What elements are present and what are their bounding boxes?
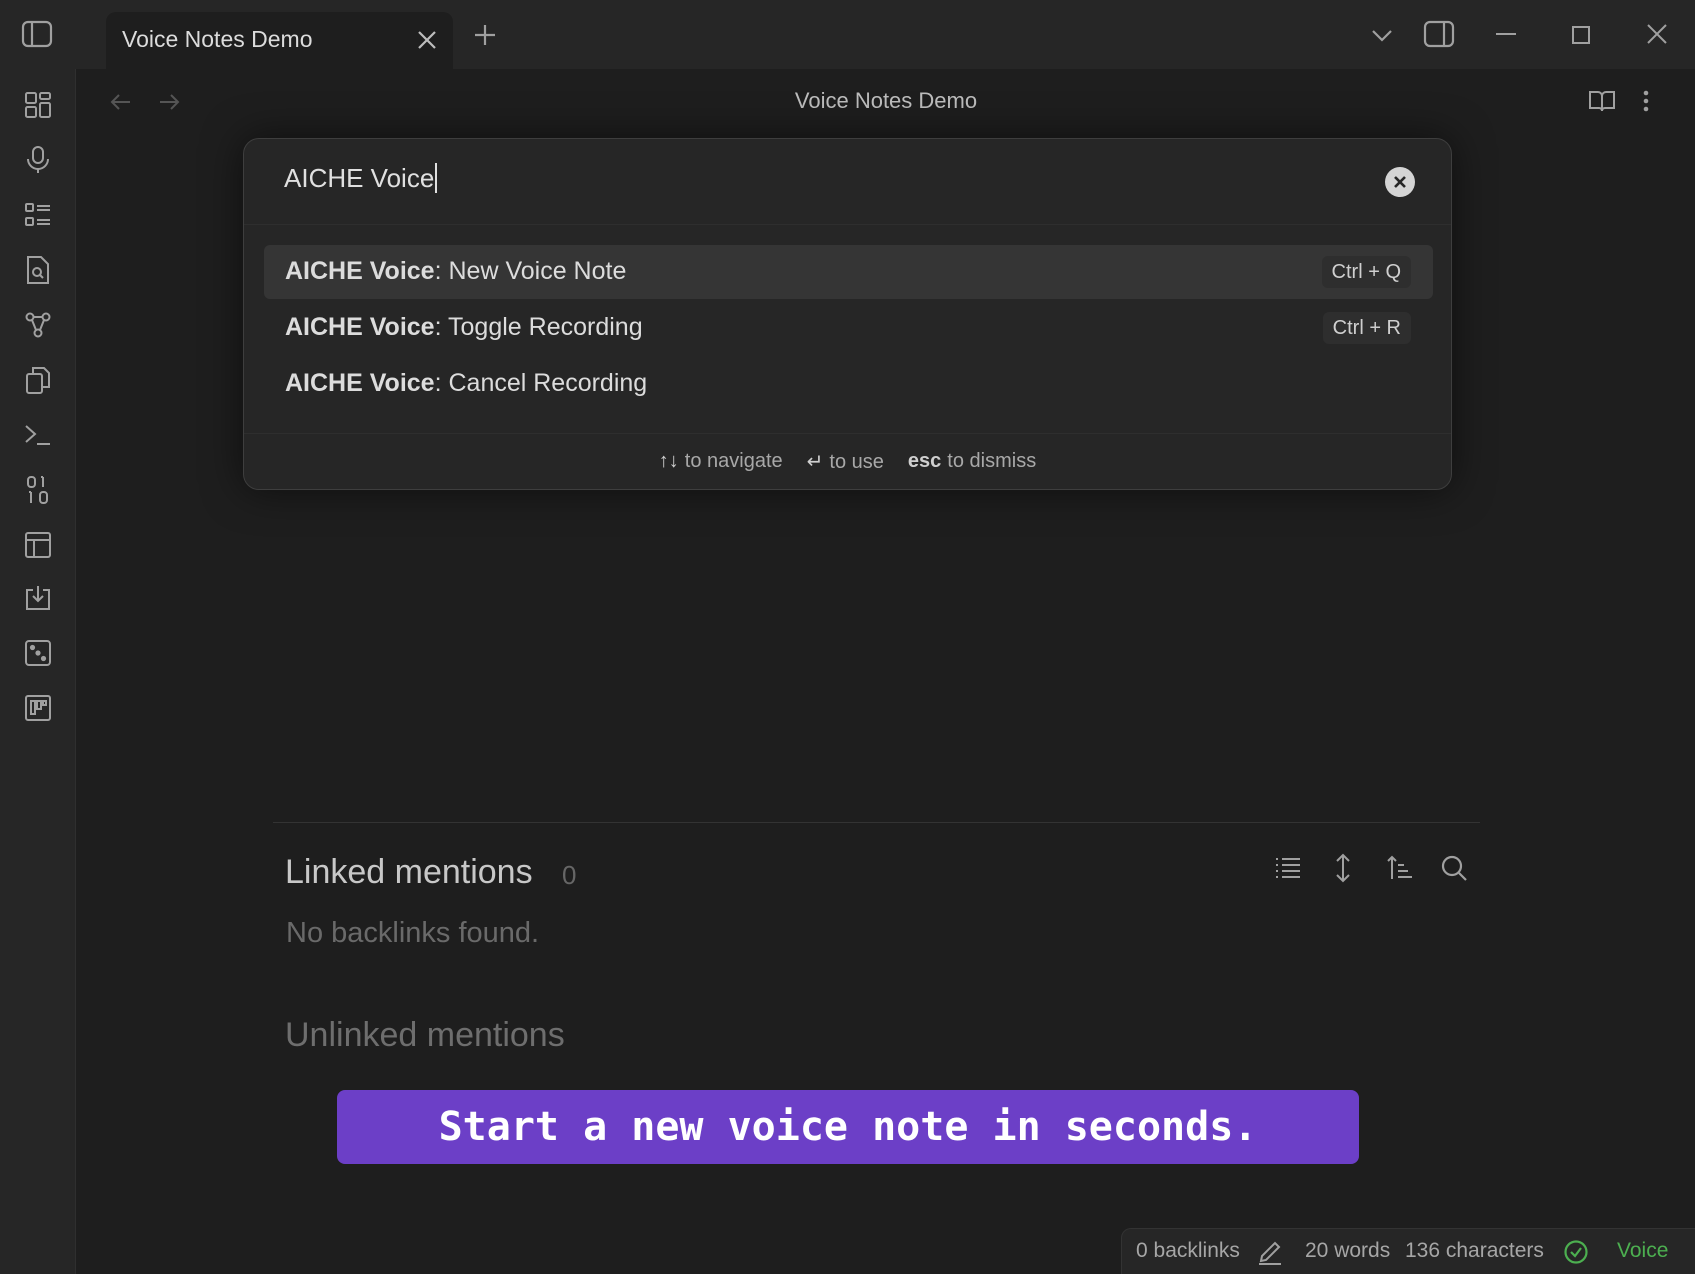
suggestion-label: AICHE Voice: New Voice Note — [285, 257, 626, 286]
plus-icon[interactable] — [472, 22, 498, 48]
command-palette: AICHE Voice AICHE Voice: New Voice Note … — [243, 138, 1452, 490]
enter-key-icon: ↵ — [806, 451, 824, 473]
hotkey-badge: Ctrl + R — [1322, 312, 1411, 344]
suggestion-new-voice-note[interactable]: AICHE Voice: New Voice Note Ctrl + Q — [264, 245, 1433, 299]
view-header: Voice Notes Demo — [77, 69, 1695, 135]
suggestion-prefix: AICHE Voice — [285, 257, 435, 285]
import-icon[interactable] — [22, 582, 54, 614]
status-word-count: 20 words — [1305, 1239, 1391, 1262]
instruction-use-text: to use — [829, 451, 884, 473]
suggestion-separator: : — [434, 257, 449, 285]
instruction-dismiss-text: to dismiss — [947, 450, 1037, 472]
suggestion-name: Cancel Recording — [448, 369, 648, 397]
text-caret — [435, 163, 438, 193]
instruction-use: ↵ to use — [807, 449, 884, 474]
copy-icon[interactable] — [22, 364, 54, 396]
backlinks-divider — [273, 822, 1480, 823]
linked-mentions-heading[interactable]: Linked mentions — [285, 853, 533, 892]
tab-title: Voice Notes Demo — [122, 26, 313, 52]
navigate-arrows-icon: ↑↓ — [658, 450, 679, 472]
palette-instructions: ↑↓ to navigate ↵ to use esc to dismiss — [244, 433, 1451, 489]
no-backlinks-message: No backlinks found. — [286, 917, 540, 949]
microphone-icon[interactable] — [22, 144, 54, 176]
list-icon[interactable] — [22, 199, 54, 231]
binary-icon[interactable] — [22, 474, 54, 506]
suggestion-prefix: AICHE Voice — [285, 313, 435, 341]
command-search-input[interactable]: AICHE Voice — [284, 163, 1284, 203]
status-voice-plugin[interactable]: Voice — [1617, 1239, 1668, 1263]
kanban-icon[interactable] — [22, 692, 54, 724]
view-title[interactable]: Voice Notes Demo — [77, 88, 1695, 114]
status-bar: 0 backlinks 20 words 136 characters Voic… — [1121, 1228, 1695, 1274]
hotkey-badge: Ctrl + Q — [1321, 256, 1411, 288]
tab-voice-notes-demo[interactable]: Voice Notes Demo — [106, 12, 453, 69]
sync-check-icon[interactable] — [1563, 1239, 1589, 1271]
chevron-down-icon[interactable] — [1370, 24, 1394, 48]
suggestion-separator: : — [434, 313, 449, 341]
left-ribbon — [0, 69, 76, 1274]
dashboard-icon[interactable] — [22, 89, 54, 121]
close-icon[interactable] — [415, 28, 439, 52]
linked-mentions-count: 0 — [562, 860, 577, 890]
sort-icon[interactable] — [1384, 852, 1416, 884]
suggestion-label: AICHE Voice: Toggle Recording — [285, 313, 643, 342]
more-options-icon[interactable] — [1641, 88, 1651, 114]
file-search-icon[interactable] — [22, 254, 54, 286]
maximize-icon[interactable] — [1570, 24, 1592, 46]
clear-search-icon[interactable] — [1385, 167, 1415, 197]
command-query: AICHE Voice — [284, 163, 435, 193]
terminal-icon[interactable] — [22, 419, 54, 451]
esc-key: esc — [907, 450, 942, 472]
dice-icon[interactable] — [22, 637, 54, 669]
layout-icon[interactable] — [22, 529, 54, 561]
suggestion-label: AICHE Voice: Cancel Recording — [285, 369, 647, 398]
right-sidebar-toggle-icon[interactable] — [1422, 18, 1456, 50]
instruction-navigate: ↑↓ to navigate — [659, 450, 783, 473]
minimize-icon[interactable] — [1494, 24, 1518, 44]
suggestion-toggle-recording[interactable]: AICHE Voice: Toggle Recording Ctrl + R — [264, 301, 1433, 355]
sidebar-toggle-icon[interactable] — [20, 18, 54, 50]
suggestion-name: Toggle Recording — [448, 313, 643, 341]
expand-icon[interactable] — [1327, 852, 1359, 884]
list-view-icon[interactable] — [1272, 852, 1304, 884]
suggestion-name: New Voice Note — [448, 257, 627, 285]
search-icon[interactable] — [1438, 852, 1470, 884]
promo-banner: Start a new voice note in seconds. — [337, 1090, 1359, 1164]
instruction-dismiss: esc to dismiss — [908, 450, 1036, 473]
status-backlinks[interactable]: 0 backlinks — [1136, 1239, 1240, 1263]
suggestion-prefix: AICHE Voice — [285, 369, 435, 397]
suggestion-cancel-recording[interactable]: AICHE Voice: Cancel Recording — [264, 357, 1433, 411]
suggestion-separator: : — [434, 369, 449, 397]
instruction-navigate-text: to navigate — [684, 450, 783, 472]
title-bar: Voice Notes Demo — [0, 0, 1695, 69]
status-character-count: 136 characters — [1405, 1239, 1544, 1262]
window-close-icon[interactable] — [1646, 23, 1668, 45]
reading-view-icon[interactable] — [1587, 88, 1617, 114]
prompt-row: AICHE Voice — [244, 139, 1451, 225]
edit-pencil-icon[interactable] — [1257, 1239, 1283, 1271]
graph-icon[interactable] — [22, 309, 54, 341]
unlinked-mentions-heading[interactable]: Unlinked mentions — [285, 1016, 565, 1055]
